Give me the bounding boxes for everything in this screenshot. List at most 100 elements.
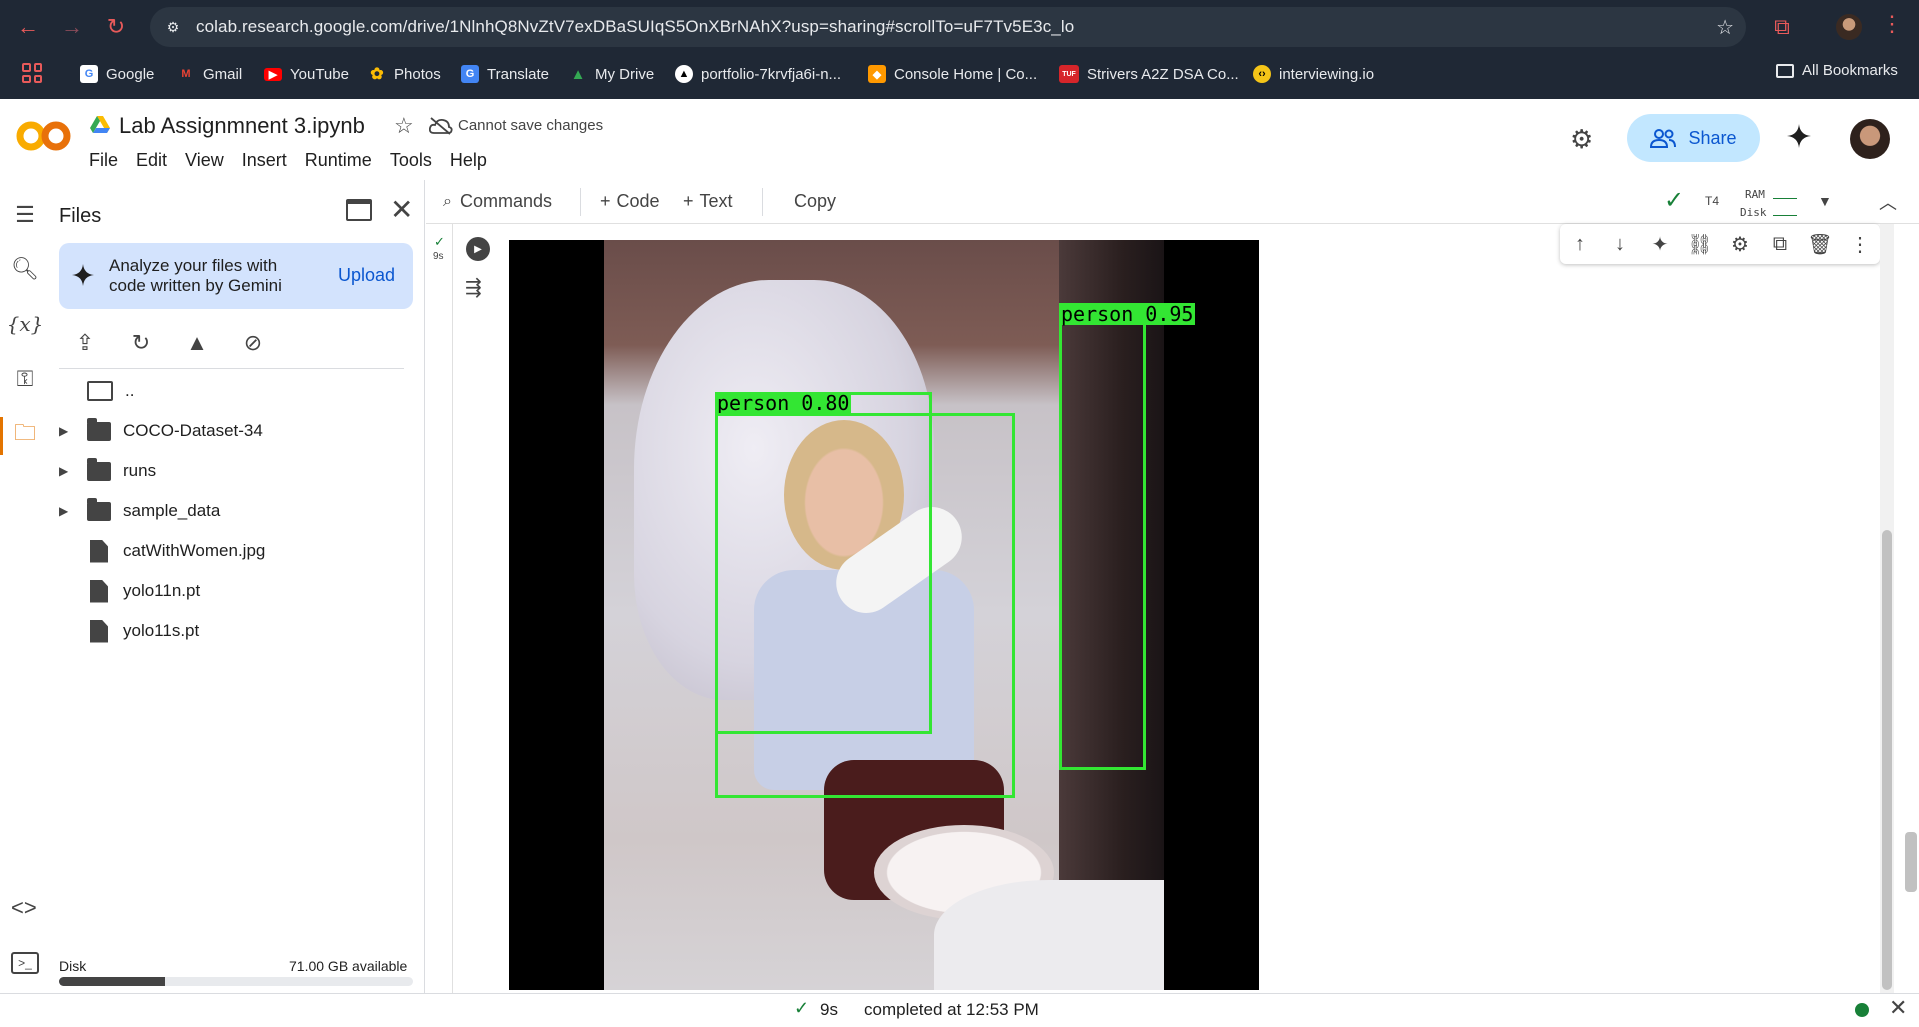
vercel-icon: ▲ [675,65,693,83]
exec-time: 9s [433,251,444,262]
bookmark-my-drive[interactable]: ▲ My Drive [569,62,655,86]
detection-box-adult [1059,305,1146,770]
notebook-title[interactable]: Lab Assignmnent 3.ipynb [119,113,365,139]
page-scrollbar-thumb[interactable] [1905,832,1917,892]
site-info-icon[interactable]: ⚙ [160,14,186,40]
bookmark-gmail[interactable]: M Gmail [177,62,242,86]
status-message[interactable]: completed at 12:53 PM [864,1000,1039,1020]
file-tree-folder[interactable]: ▶ sample_data [59,491,409,531]
close-icon[interactable]: ✕ [390,196,413,224]
open-in-tab-icon[interactable] [346,199,372,221]
chevron-down-icon[interactable]: ▼ [1818,193,1832,209]
terminal-icon[interactable]: >_ [11,952,39,974]
commands-button[interactable]: ⌕ Commands [443,191,552,212]
disk-usage-fill [59,977,166,986]
settings-gear-icon[interactable]: ⚙ [1720,232,1760,257]
browser-profile-avatar[interactable] [1836,14,1862,40]
delete-icon[interactable]: 🗑︎ [1800,232,1840,257]
copy-to-drive-button[interactable]: Copy [794,191,836,212]
bookmark-google[interactable]: G Google [80,62,154,86]
runtime-type[interactable]: T4 [1705,194,1719,208]
bookmark-portfolio[interactable]: ▲ portfolio-7krvfja6i-n... [675,62,841,86]
connected-check-icon[interactable]: ✓ [1664,186,1684,215]
menu-insert[interactable]: Insert [242,150,287,171]
expand-caret-icon[interactable]: ▶ [59,504,73,518]
browser-menu-icon[interactable]: ⋮ [1881,11,1903,37]
upload-file-icon[interactable]: ⇪ [70,328,100,358]
file-tree-file[interactable]: ▶ catWithWomen.jpg [59,531,409,571]
detection-label-adult: person 0.95 [1059,302,1196,326]
active-indicator [0,417,3,455]
gemini-spark-icon [72,264,94,286]
resource-monitor[interactable]: RAM Disk [1740,186,1767,222]
google-icon: G [80,65,98,83]
chevron-up-icon[interactable]: ︿ [1879,189,1897,215]
run-cell-button[interactable]: ▶ [466,237,490,261]
gemini-icon[interactable]: ✦ [1640,232,1680,257]
share-button[interactable]: Share [1627,114,1760,162]
bookmark-translate[interactable]: G Translate [461,62,549,86]
bookmark-strivers[interactable]: TUF Strivers A2Z DSA Co... [1059,62,1239,86]
code-snippets-icon[interactable]: <> [11,895,37,921]
upload-button[interactable]: Upload [338,265,395,286]
bookmark-youtube[interactable]: ▶ YouTube [264,62,349,86]
file-tree-parent[interactable]: ▶ .. [59,371,409,411]
drive-icon[interactable] [90,116,110,134]
disk-usage-graph [1773,205,1797,216]
more-vert-icon[interactable]: ⋮ [1840,232,1880,257]
file-tree-file[interactable]: ▶ yolo11s.pt [59,611,409,651]
secrets-key-icon[interactable]: ⚿ [10,364,40,394]
bookmark-console[interactable]: ◆ Console Home | Co... [868,62,1037,86]
expand-caret-icon[interactable]: ▶ [59,424,73,438]
forward-arrow-icon[interactable]: → [53,8,91,46]
gemini-icon[interactable] [1786,123,1812,149]
expand-caret-icon[interactable]: ▶ [59,464,73,478]
table-of-contents-icon[interactable]: ☰ [10,200,40,230]
tuf-icon: TUF [1059,65,1079,83]
add-text-button[interactable]: + Text [683,191,733,212]
menu-edit[interactable]: Edit [136,150,167,171]
address-bar[interactable]: ⚙ colab.research.google.com/drive/1NlnhQ… [150,7,1746,47]
move-up-icon[interactable]: ↑ [1560,233,1600,256]
menu-file[interactable]: File [89,150,118,171]
url-text[interactable]: colab.research.google.com/drive/1NlnhQ8N… [196,17,1074,37]
file-tree-file[interactable]: ▶ yolo11n.pt [59,571,409,611]
find-replace-icon[interactable]: 🔍︎ [10,254,40,284]
apps-grid-icon[interactable] [22,63,42,83]
people-icon [1650,129,1677,148]
browser-chrome: ← → ↻ ⚙ colab.research.google.com/drive/… [0,0,1919,99]
menu-help[interactable]: Help [450,150,487,171]
menu-view[interactable]: View [185,150,224,171]
plus-icon: + [600,191,611,211]
bookmark-interviewing[interactable]: ‹› interviewing.io [1253,62,1374,86]
back-arrow-icon[interactable]: ← [9,8,47,46]
settings-gear-icon[interactable]: ⚙ [1570,124,1593,155]
colab-logo-icon[interactable] [16,119,72,153]
menu-tools[interactable]: Tools [390,150,432,171]
star-icon[interactable]: ☆ [394,113,414,139]
files-folder-icon[interactable]: 🗀︎ [10,420,40,450]
all-bookmarks[interactable]: All Bookmarks [1776,62,1898,79]
add-code-button[interactable]: + Code [600,191,660,212]
scrollbar-thumb[interactable] [1882,530,1892,990]
divider [580,188,581,216]
hide-files-icon[interactable]: ⊘ [238,328,268,358]
refresh-icon[interactable]: ↻ [126,328,156,358]
bookmark-star-icon[interactable]: ☆ [1716,15,1734,40]
cell-gutter [426,224,453,994]
runtime-status-dot[interactable] [1855,1003,1869,1017]
file-tree-folder[interactable]: ▶ runs [59,451,409,491]
link-icon[interactable]: ⛓ [1680,232,1720,257]
menu-runtime[interactable]: Runtime [305,150,372,171]
user-avatar[interactable] [1850,119,1890,159]
file-tree-folder[interactable]: ▶ COCO-Dataset-34 [59,411,409,451]
output-actions-icon[interactable]: ⇶ [465,275,482,300]
mirror-cell-icon[interactable]: ⧉ [1760,233,1800,256]
mount-drive-icon[interactable]: ▲ [182,328,212,358]
reload-icon[interactable]: ↻ [97,8,135,46]
variables-icon[interactable]: {x} [7,309,44,339]
extensions-icon[interactable]: ⧉ [1767,10,1797,44]
close-icon[interactable]: ✕ [1889,995,1907,1021]
bookmark-photos[interactable]: ✿ Photos [368,62,440,86]
move-down-icon[interactable]: ↓ [1600,233,1640,256]
